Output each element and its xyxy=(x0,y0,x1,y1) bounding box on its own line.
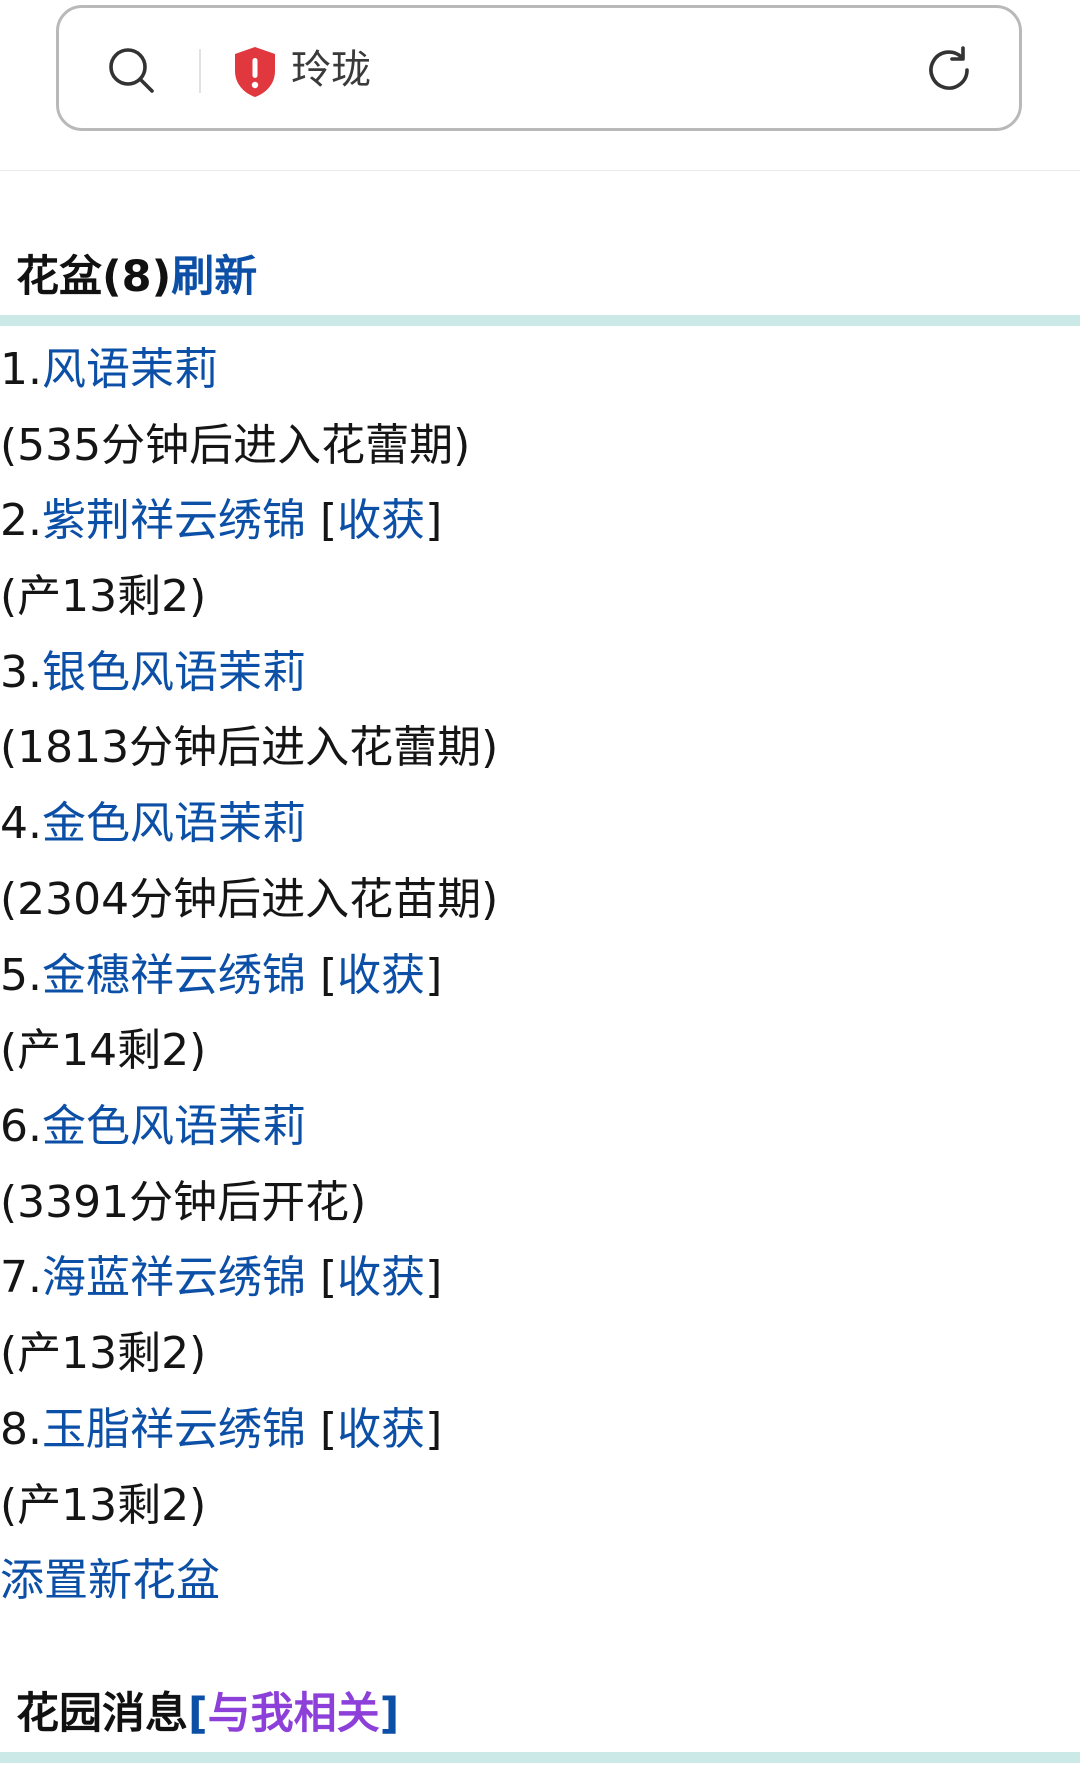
pot-number: 6. xyxy=(0,1101,42,1152)
pot-row: 4.金色风语茉莉 xyxy=(0,794,306,854)
pot-number: 1. xyxy=(0,344,42,395)
pots-heading: 花盆(8)刷新 xyxy=(16,247,257,307)
pot-plant-link[interactable]: 金穗祥云绣锦 xyxy=(42,950,306,1001)
pot-number: 7. xyxy=(0,1252,42,1303)
refresh-link[interactable]: 刷新 xyxy=(171,252,257,302)
pot-row: 7.海蓝祥云绣锦 [收获] xyxy=(0,1252,443,1303)
pot-status: (535分钟后进入花蕾期) xyxy=(0,420,471,471)
section-divider xyxy=(0,315,1080,326)
pot-plant-link[interactable]: 紫荆祥云绣锦 xyxy=(42,495,306,546)
section-divider xyxy=(0,1752,1080,1763)
harvest-link[interactable]: 收获 xyxy=(337,950,425,1001)
pots-title: 花盆(8) xyxy=(16,252,172,302)
harvest-link[interactable]: 收获 xyxy=(337,1252,425,1303)
search-icon[interactable] xyxy=(107,46,157,96)
garden-news-title: 花园消息 xyxy=(16,1689,188,1739)
harvest-link[interactable]: 收获 xyxy=(337,1404,425,1455)
pot-row: 6.金色风语茉莉 xyxy=(0,1097,306,1157)
browser-toolbar: 玲珑 xyxy=(0,0,1080,171)
harvest-link[interactable]: 收获 xyxy=(337,495,425,546)
address-separator xyxy=(199,49,201,93)
pot-plant-link[interactable]: 玉脂祥云绣锦 xyxy=(42,1404,306,1455)
pot-status: (1813分钟后进入花蕾期) xyxy=(0,722,499,773)
address-bar[interactable]: 玲珑 xyxy=(56,5,1022,131)
pot-status: (产13剩2) xyxy=(0,571,207,622)
add-pot-link[interactable]: 添置新花盆 xyxy=(0,1551,220,1611)
pot-status: (产13剩2) xyxy=(0,1328,207,1379)
pot-status: (2304分钟后进入花苗期) xyxy=(0,874,499,925)
bracket-close: ] xyxy=(379,1689,400,1739)
pot-number: 2. xyxy=(0,495,42,546)
pot-number: 5. xyxy=(0,950,42,1001)
pot-status: (3391分钟后开花) xyxy=(0,1177,367,1228)
pot-status: (产13剩2) xyxy=(0,1480,207,1531)
pot-number: 8. xyxy=(0,1404,42,1455)
pot-status: (产14剩2) xyxy=(0,1025,207,1076)
pot-plant-link[interactable]: 银色风语茉莉 xyxy=(42,647,306,698)
pot-row: 2.紫荆祥云绣锦 [收获] xyxy=(0,495,443,546)
garden-news-heading: 花园消息[与我相关] xyxy=(16,1684,399,1744)
pot-plant-link[interactable]: 金色风语茉莉 xyxy=(42,1101,306,1152)
url-text[interactable]: 玲珑 xyxy=(291,42,371,98)
pot-plant-link[interactable]: 海蓝祥云绣锦 xyxy=(42,1252,306,1303)
pot-number: 4. xyxy=(0,798,42,849)
bracket-open: [ xyxy=(188,1689,208,1739)
pot-row: 5.金穗祥云绣锦 [收获] xyxy=(0,950,443,1001)
reload-icon[interactable] xyxy=(923,44,975,96)
pot-row: 1.风语茉莉 xyxy=(0,340,218,400)
pot-row: 8.玉脂祥云绣锦 [收获] xyxy=(0,1404,443,1455)
related-to-me-link[interactable]: 与我相关 xyxy=(208,1689,380,1739)
pot-number: 3. xyxy=(0,647,42,698)
warning-shield-icon[interactable] xyxy=(231,45,279,99)
pot-row: 3.银色风语茉莉 xyxy=(0,643,306,703)
pot-plant-link[interactable]: 风语茉莉 xyxy=(42,344,218,395)
pot-plant-link[interactable]: 金色风语茉莉 xyxy=(42,798,306,849)
